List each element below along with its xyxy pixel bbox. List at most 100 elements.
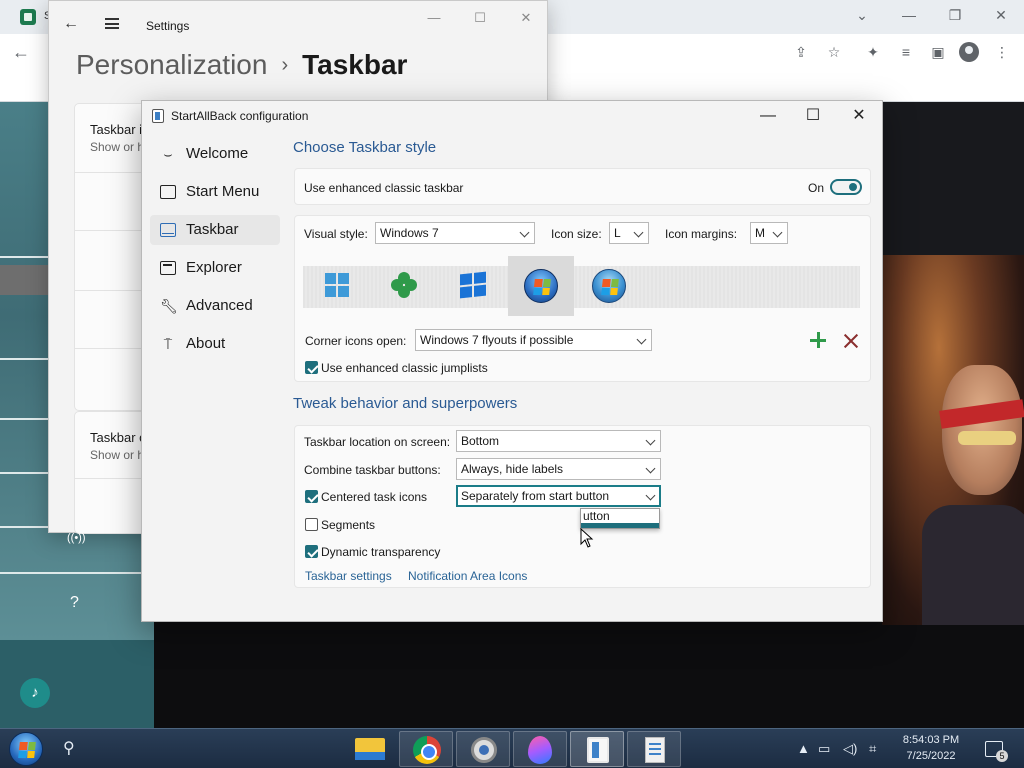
browser-restore-button[interactable]: ❐: [944, 5, 966, 25]
style-option-windows-vista[interactable]: [576, 256, 642, 316]
location-select[interactable]: Bottom: [456, 430, 661, 452]
visual-style-select[interactable]: Windows 7: [375, 222, 535, 244]
tab-search-chevron-icon[interactable]: ⌄: [851, 5, 873, 25]
notification-count-badge: 5: [996, 750, 1008, 762]
sidebar-nav: ⌣ Welcome Start Menu Taskbar Explorer 🔧︎…: [150, 139, 280, 367]
maximize-button[interactable]: ☐: [798, 105, 828, 127]
chevron-down-icon: [645, 435, 656, 446]
add-icon[interactable]: [809, 331, 827, 349]
taskbar-app-camera[interactable]: [456, 731, 510, 767]
jumplists-checkbox[interactable]: [305, 361, 318, 374]
share-icon[interactable]: ⇪: [790, 42, 812, 62]
browser-close-button[interactable]: ✕: [990, 5, 1012, 25]
chevron-down-icon: [636, 334, 647, 345]
breadcrumb-separator-icon: ›: [281, 54, 289, 76]
startallback-app-icon: [152, 109, 164, 123]
notification-center-icon[interactable]: 5: [985, 741, 1008, 762]
start-button[interactable]: [9, 732, 43, 766]
dropdown-option[interactable]: utton: [581, 509, 659, 523]
taskbar-settings-link[interactable]: Taskbar settings: [305, 569, 392, 583]
style-option-clover[interactable]: [371, 256, 437, 316]
dynamic-transparency-label[interactable]: Dynamic transparency: [321, 545, 440, 559]
media-icon[interactable]: ≡: [895, 42, 917, 62]
breadcrumb: Personalization › Taskbar: [76, 49, 407, 81]
settings-maximize-button[interactable]: ☐: [469, 10, 491, 28]
hamburger-menu-icon[interactable]: [105, 18, 119, 29]
back-arrow-icon[interactable]: ←: [63, 15, 79, 33]
tray-overflow-icon[interactable]: ▲: [797, 741, 810, 756]
close-button[interactable]: ✕: [844, 105, 874, 127]
window-title: StartAllBack configuration: [171, 109, 309, 123]
windows-flag-icon: [18, 742, 36, 758]
help-icon[interactable]: ?: [70, 594, 79, 612]
icon-size-select[interactable]: L: [609, 222, 649, 244]
corner-icons-select[interactable]: Windows 7 flyouts if possible: [415, 329, 652, 351]
search-icon[interactable]: ⚲: [63, 738, 83, 758]
combine-select[interactable]: Always, hide labels: [456, 458, 661, 480]
taskbar-app-paint[interactable]: [513, 731, 567, 767]
wrench-icon: 🔧︎: [160, 298, 178, 314]
toggle-state-label: On: [808, 181, 825, 195]
taskbar-app-configuration[interactable]: [627, 731, 681, 767]
settings-titlebar: ← Settings — ☐ ✕: [49, 1, 547, 49]
profile-icon[interactable]: [959, 42, 979, 62]
bell-icon[interactable]: ♪: [20, 678, 50, 708]
segments-label[interactable]: Segments: [321, 518, 375, 532]
browser-minimize-button[interactable]: —: [898, 5, 920, 25]
network-icon[interactable]: ▭: [818, 741, 830, 757]
nav-item-taskbar[interactable]: Taskbar: [150, 215, 280, 245]
style-option-windows-7[interactable]: [508, 256, 574, 316]
browser-back-icon[interactable]: ←: [12, 42, 32, 62]
breadcrumb-parent[interactable]: Personalization: [76, 49, 267, 80]
nav-item-label: Explorer: [186, 259, 242, 276]
settings-minimize-button[interactable]: —: [423, 10, 445, 28]
sidepanel-icon[interactable]: ▣: [927, 42, 949, 62]
input-icon[interactable]: ⌗: [869, 741, 876, 757]
style-option-windows-10[interactable]: [439, 256, 505, 316]
icon-size-label: Icon size:: [551, 227, 602, 241]
mouse-cursor-icon: [580, 528, 594, 548]
settings-title: Settings: [146, 19, 190, 33]
select-value: Windows 7: [380, 226, 439, 240]
wireless-icon[interactable]: ((•)): [67, 532, 86, 544]
select-value: Separately from start button: [461, 489, 610, 503]
remove-icon[interactable]: [843, 333, 859, 349]
centered-icons-label[interactable]: Centered task icons: [321, 490, 427, 504]
nav-item-explorer[interactable]: Explorer: [150, 253, 280, 283]
centered-icons-select[interactable]: Separately from start button: [456, 485, 661, 507]
nav-item-advanced[interactable]: 🔧︎ Advanced: [150, 291, 280, 321]
icon-margins-label: Icon margins:: [665, 227, 738, 241]
taskbar-app-startallback[interactable]: [570, 731, 624, 767]
card-title: Taskbar i: [90, 122, 143, 137]
centered-icons-checkbox[interactable]: [305, 490, 318, 503]
configuration-icon: [645, 737, 665, 763]
icon-margins-select[interactable]: M: [750, 222, 788, 244]
section-title-taskbar-style: Choose Taskbar style: [293, 139, 437, 156]
video-background: [154, 620, 1024, 728]
character-glasses: [958, 431, 1016, 445]
jumplists-label[interactable]: Use enhanced classic jumplists: [321, 361, 488, 375]
windows-vista-orb-icon: [592, 269, 626, 303]
tab-favicon-icon[interactable]: [20, 9, 36, 25]
volume-icon[interactable]: ◁): [843, 741, 857, 757]
location-label: Taskbar location on screen:: [304, 435, 451, 449]
style-option-windows-11[interactable]: [304, 256, 370, 316]
menu-icon[interactable]: ⋮: [991, 42, 1013, 62]
extensions-icon[interactable]: ✦: [862, 42, 884, 62]
nav-item-start-menu[interactable]: Start Menu: [150, 177, 280, 207]
minimize-button[interactable]: —: [753, 105, 783, 127]
nav-item-about[interactable]: ⍑ About: [150, 329, 280, 359]
notification-area-icons-link[interactable]: Notification Area Icons: [408, 569, 527, 583]
background-stripe: [0, 572, 154, 574]
settings-close-button[interactable]: ✕: [515, 10, 537, 28]
enhanced-taskbar-toggle[interactable]: [830, 179, 862, 195]
star-icon[interactable]: ☆: [823, 42, 845, 62]
segments-checkbox[interactable]: [305, 518, 318, 531]
nav-item-welcome[interactable]: ⌣ Welcome: [150, 139, 280, 169]
clock[interactable]: 8:54:03 PM 7/25/2022: [895, 732, 967, 764]
dynamic-transparency-checkbox[interactable]: [305, 545, 318, 558]
taskbar-app-file-explorer[interactable]: [343, 731, 397, 767]
taskbar-app-chrome[interactable]: [399, 731, 453, 767]
select-value: Bottom: [461, 434, 500, 448]
chevron-down-icon: [519, 227, 530, 238]
